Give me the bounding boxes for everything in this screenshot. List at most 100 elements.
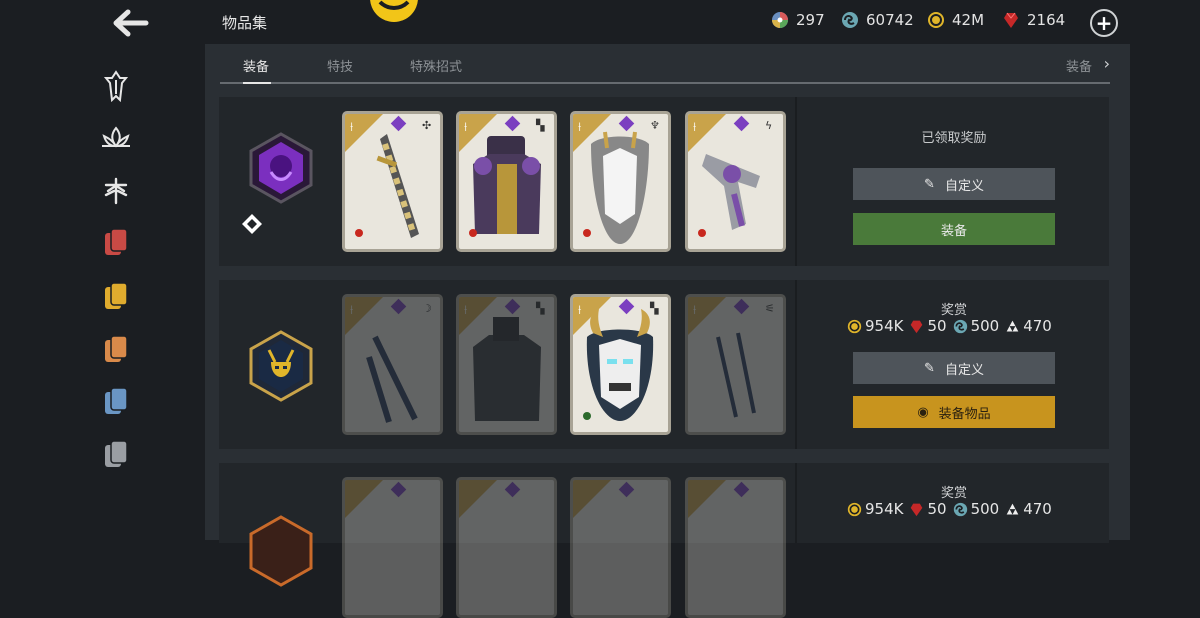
reward-rubies: 50	[927, 500, 947, 518]
ruby-icon	[911, 320, 923, 333]
eye-icon: ◉	[917, 404, 929, 420]
brush-icon: ✎	[924, 360, 935, 376]
equipped-dot	[355, 229, 363, 237]
currency-value: 2164	[1027, 11, 1066, 29]
rarity-gem-icon	[618, 481, 635, 498]
steel-icon	[953, 319, 967, 333]
tab-special-moves[interactable]: 特殊招式	[410, 56, 462, 75]
equip-items-label: 装备物品	[938, 406, 991, 422]
armor-card[interactable]: ⟊ ▚	[456, 111, 557, 252]
currency-ruby: 2164	[1002, 11, 1065, 29]
page-title: 物品集	[222, 14, 268, 32]
yellow-cards-icon[interactable]	[98, 278, 134, 314]
reward-title: 奖赏	[941, 486, 968, 501]
armor-card[interactable]: ⟊ ▚	[456, 294, 557, 435]
rarity-gem-icon	[390, 481, 407, 498]
plus-circle-icon[interactable]: +	[1090, 9, 1118, 37]
coin-icon	[928, 12, 944, 28]
customize-label: 自定义	[944, 362, 984, 378]
customize-button[interactable]: ✎ 自定义	[853, 168, 1055, 200]
triforce-icon	[1006, 320, 1019, 331]
weapon-card[interactable]: ⟊ ✣	[342, 111, 443, 252]
blue-cards-icon[interactable]	[98, 383, 134, 419]
reward-list: 954K 50 500 470	[847, 317, 1058, 335]
purple-set-icon	[249, 132, 313, 204]
tab-gear[interactable]: 装备	[243, 56, 269, 75]
tab-bar: 装备 特技 特殊招式 装备 ›	[220, 44, 1110, 84]
currency-orb: 297	[771, 11, 825, 29]
tab-active-indicator	[243, 82, 271, 84]
orange-cards-icon[interactable]	[98, 331, 134, 367]
reward-coins: 954K	[865, 317, 904, 335]
orange-set-icon	[249, 515, 313, 587]
warden-class-icon[interactable]	[98, 68, 134, 104]
customize-label: 自定义	[944, 178, 984, 194]
sidebar	[0, 0, 205, 540]
currency-value: 297	[796, 11, 825, 29]
helm-card[interactable]	[570, 477, 671, 618]
oni-mask-set-icon	[249, 330, 313, 402]
samurai-armor-icon	[473, 317, 541, 421]
equipped-dot	[469, 229, 477, 237]
equip-button[interactable]: 装备	[853, 213, 1055, 245]
tab-gear-next[interactable]: 装备	[1066, 56, 1092, 75]
back-arrow-icon[interactable]	[108, 6, 152, 40]
ranged-card[interactable]: ⟊ ⚟	[685, 294, 786, 435]
coin-icon	[847, 319, 862, 333]
coin-icon	[847, 502, 862, 516]
gray-cards-icon[interactable]	[98, 436, 134, 472]
equip-items-button[interactable]: ◉ 装备物品	[853, 396, 1055, 428]
brush-icon: ✎	[924, 176, 935, 192]
gear-set-row: ⟊ ☽ ⟊ ▚ ⟊ ▚ ⟊ ⚟ 奖赏 954K 50 500 470 ✎ 自定义…	[219, 280, 1109, 449]
lotus-class-icon[interactable]	[98, 121, 134, 157]
kunai-icon	[716, 332, 756, 418]
reward-title: 奖赏	[941, 303, 968, 318]
gear-set-row: ⟊ ✣ ⟊ ▚ ⟊ ♆ ⟊ ϟ 已领取奖励 ✎ 自定义 装备	[219, 97, 1109, 266]
faction-emblem-icon	[368, 0, 420, 26]
dragonfly-class-icon[interactable]	[98, 173, 134, 209]
column-divider	[795, 463, 797, 543]
set-complete-diamond-icon	[242, 214, 262, 234]
ruby-icon	[911, 503, 923, 516]
reward-rubies: 50	[927, 317, 947, 335]
column-divider	[795, 97, 797, 266]
currency-coin: 42M	[927, 11, 984, 29]
owned-dot	[583, 412, 591, 420]
ruby-icon	[1004, 12, 1018, 28]
helm-card[interactable]: ⟊ ▚	[570, 294, 671, 435]
equipped-dot	[583, 229, 591, 237]
rarity-gem-icon	[733, 481, 750, 498]
equipped-dot	[698, 229, 706, 237]
equip-label: 装备	[940, 223, 967, 239]
chevron-right-icon[interactable]: ›	[1104, 54, 1110, 73]
tab-feats[interactable]: 特技	[327, 56, 353, 75]
twin-katana-icon	[366, 335, 418, 423]
ranged-card[interactable]: ⟊ ϟ	[685, 111, 786, 252]
armor-card[interactable]	[456, 477, 557, 618]
reward-list: 954K 50 500 470	[847, 500, 1058, 518]
rarity-gem-icon	[504, 481, 521, 498]
ranged-card[interactable]	[685, 477, 786, 618]
column-divider	[795, 280, 797, 449]
weapon-card[interactable]: ⟊ ☽	[342, 294, 443, 435]
weapon-card[interactable]	[342, 477, 443, 618]
steel-icon	[842, 12, 858, 28]
helm-card[interactable]: ⟊ ♆	[570, 111, 671, 252]
rainbow-orb-icon	[772, 12, 788, 28]
top-bar: 物品集 297 60742 42M 2164 +	[205, 0, 1200, 44]
reward-steel: 500	[970, 500, 1000, 518]
currency-steel: 60742	[841, 11, 914, 29]
reward-coins: 954K	[865, 500, 904, 518]
reward-xp: 470	[1023, 500, 1052, 518]
customize-button[interactable]: ✎ 自定义	[853, 352, 1055, 384]
currency-value: 60742	[866, 11, 914, 29]
main-panel: 装备 特技 特殊招式 装备 › ⟊ ✣ ⟊ ▚ ⟊ ♆ ⟊ ϟ 已领取奖励 ✎ …	[205, 44, 1130, 618]
reward-claimed-text: 已领取奖励	[921, 131, 987, 146]
reward-steel: 500	[970, 317, 1000, 335]
red-cards-icon[interactable]	[98, 224, 134, 260]
triforce-icon	[1006, 503, 1019, 514]
currency-value: 42M	[952, 11, 985, 29]
steel-icon	[953, 502, 967, 516]
reward-xp: 470	[1023, 317, 1052, 335]
gear-set-row: 奖赏 954K 50 500 470	[219, 463, 1109, 618]
